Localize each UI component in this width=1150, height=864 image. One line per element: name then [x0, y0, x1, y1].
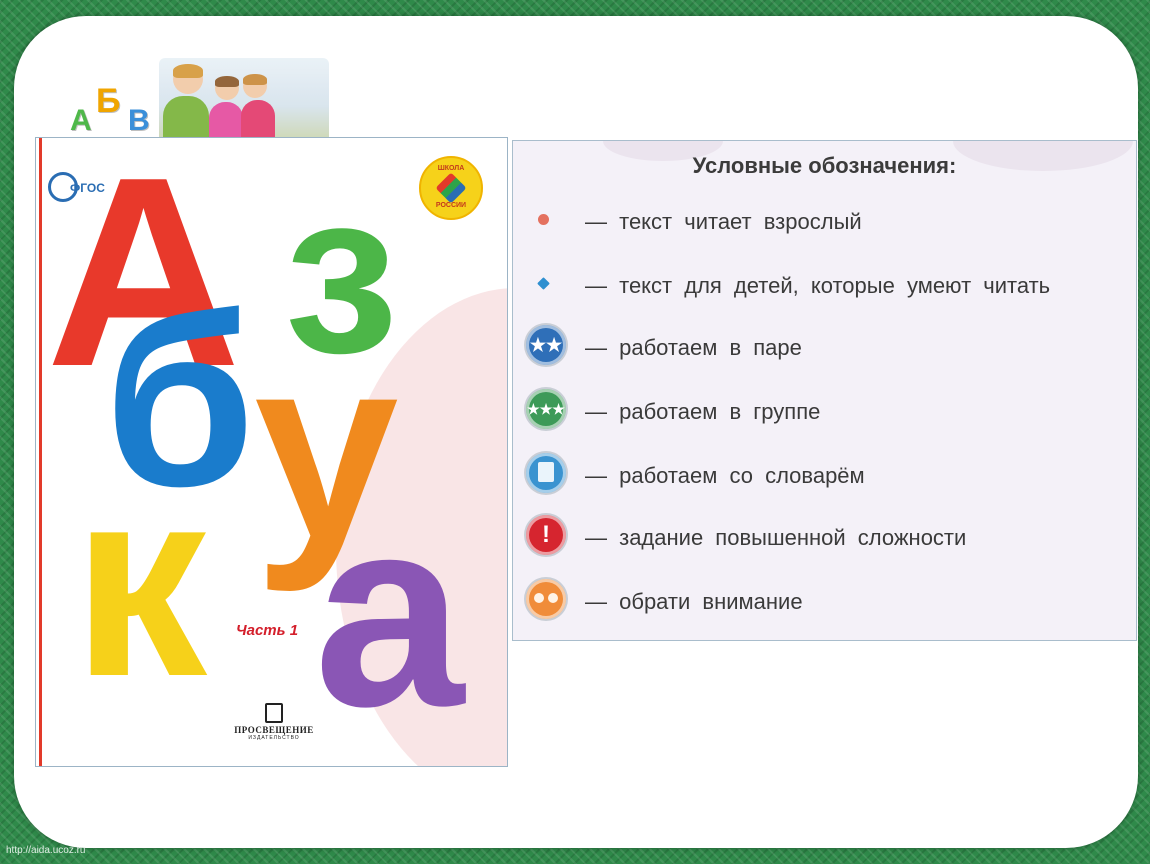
legend-item-group-work: ★★★ — работаем в группе	[513, 387, 1136, 435]
blue-diamond-icon	[537, 277, 550, 290]
legend-item-adult-reads: — текст читает взрослый	[513, 197, 1136, 245]
logo-letter-v: В	[128, 104, 150, 137]
cover-spine-line	[39, 138, 42, 766]
red-dot-icon	[538, 214, 549, 225]
legend-item-children-read: — текст для детей, которые умеют читать	[513, 261, 1136, 309]
child-shirt-3	[241, 100, 275, 142]
publisher-logo: ПРОСВЕЩЕНИЕ ИЗДАТЕЛЬСТВО	[226, 703, 322, 741]
legend-item-dictionary: — работаем со словарём	[513, 451, 1136, 499]
legend-panel: Условные обозначения: — текст читает взр…	[512, 140, 1137, 641]
part-label: Часть 1	[236, 622, 299, 639]
legend-item-text: — работаем со словарём	[585, 463, 865, 488]
child-figure-1	[173, 64, 203, 94]
children-photo	[159, 58, 329, 146]
badge-top-text: ШКОЛА	[437, 165, 465, 172]
pair-work-icon: ★★	[526, 325, 566, 365]
exclamation-icon: !	[526, 515, 566, 555]
legend-item-text: — работаем в группе	[585, 399, 821, 424]
publisher-name: ПРОСВЕЩЕНИЕ	[234, 725, 314, 735]
publisher-mark-icon	[265, 703, 283, 723]
publisher-subtitle: ИЗДАТЕЛЬСТВО	[248, 735, 300, 741]
source-url: http://aida.ucoz.ru	[6, 845, 86, 856]
legend-item-attention: — обрати внимание	[513, 577, 1136, 625]
dictionary-icon	[526, 453, 566, 493]
legend-title: Условные обозначения:	[692, 153, 957, 178]
owl-icon	[526, 579, 566, 619]
azbuka-book-cover: ФГОС ШКОЛА РОССИИ А з б у к а Часть 1 ПР…	[35, 137, 508, 767]
abc-kids-logo: А Б В	[64, 54, 329, 149]
legend-item-text: — задание повышенной сложности	[585, 525, 967, 550]
group-work-icon: ★★★	[526, 389, 566, 429]
open-book-icon	[435, 172, 467, 204]
badge-bottom-text: РОССИИ	[435, 202, 467, 209]
legend-item-text: — текст читает взрослый	[585, 209, 862, 234]
logo-letter-b: Б	[96, 82, 121, 120]
legend-item-hard-task: ! — задание повышенной сложности	[513, 513, 1136, 561]
child-figure-3	[243, 74, 267, 98]
legend-item-text: — обрати внимание	[585, 589, 803, 614]
child-shirt-2	[209, 102, 243, 142]
legend-item-text: — работаем в паре	[585, 335, 802, 360]
title-letter-a-lower: а	[314, 462, 465, 763]
logo-letter-a: А	[70, 104, 92, 137]
child-figure-2	[215, 76, 239, 100]
legend-item-pair-work: ★★ — работаем в паре	[513, 323, 1136, 371]
title-letter-k: к	[72, 432, 208, 733]
school-russia-badge: ШКОЛА РОССИИ	[419, 156, 483, 220]
legend-item-text: — текст для детей, которые умеют читать	[585, 273, 1051, 298]
